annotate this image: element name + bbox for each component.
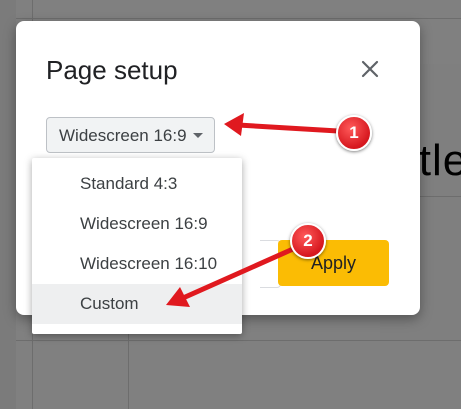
- option-label: Custom: [80, 294, 139, 313]
- editor-divider: [16, 18, 461, 19]
- editor-divider: [16, 340, 461, 341]
- callout-badge-1: 1: [336, 115, 372, 151]
- option-label: Widescreen 16:9: [80, 214, 208, 233]
- option-widescreen-16-10[interactable]: Widescreen 16:10: [32, 244, 242, 284]
- option-label: Standard 4:3: [80, 174, 178, 193]
- slide-size-dropdown: Standard 4:3 Widescreen 16:9 Widescreen …: [32, 158, 242, 334]
- option-label: Widescreen 16:10: [80, 254, 218, 273]
- dialog-title: Page setup: [46, 55, 178, 85]
- option-custom[interactable]: Custom: [32, 284, 242, 324]
- option-standard-4-3[interactable]: Standard 4:3: [32, 164, 242, 204]
- chevron-down-icon: [193, 133, 203, 138]
- slide-size-select[interactable]: Widescreen 16:9: [46, 117, 215, 153]
- option-widescreen-16-9[interactable]: Widescreen 16:9: [32, 204, 242, 244]
- close-icon[interactable]: [358, 57, 382, 81]
- callout-badge-2: 2: [290, 223, 326, 259]
- slide-size-value: Widescreen 16:9: [59, 126, 187, 145]
